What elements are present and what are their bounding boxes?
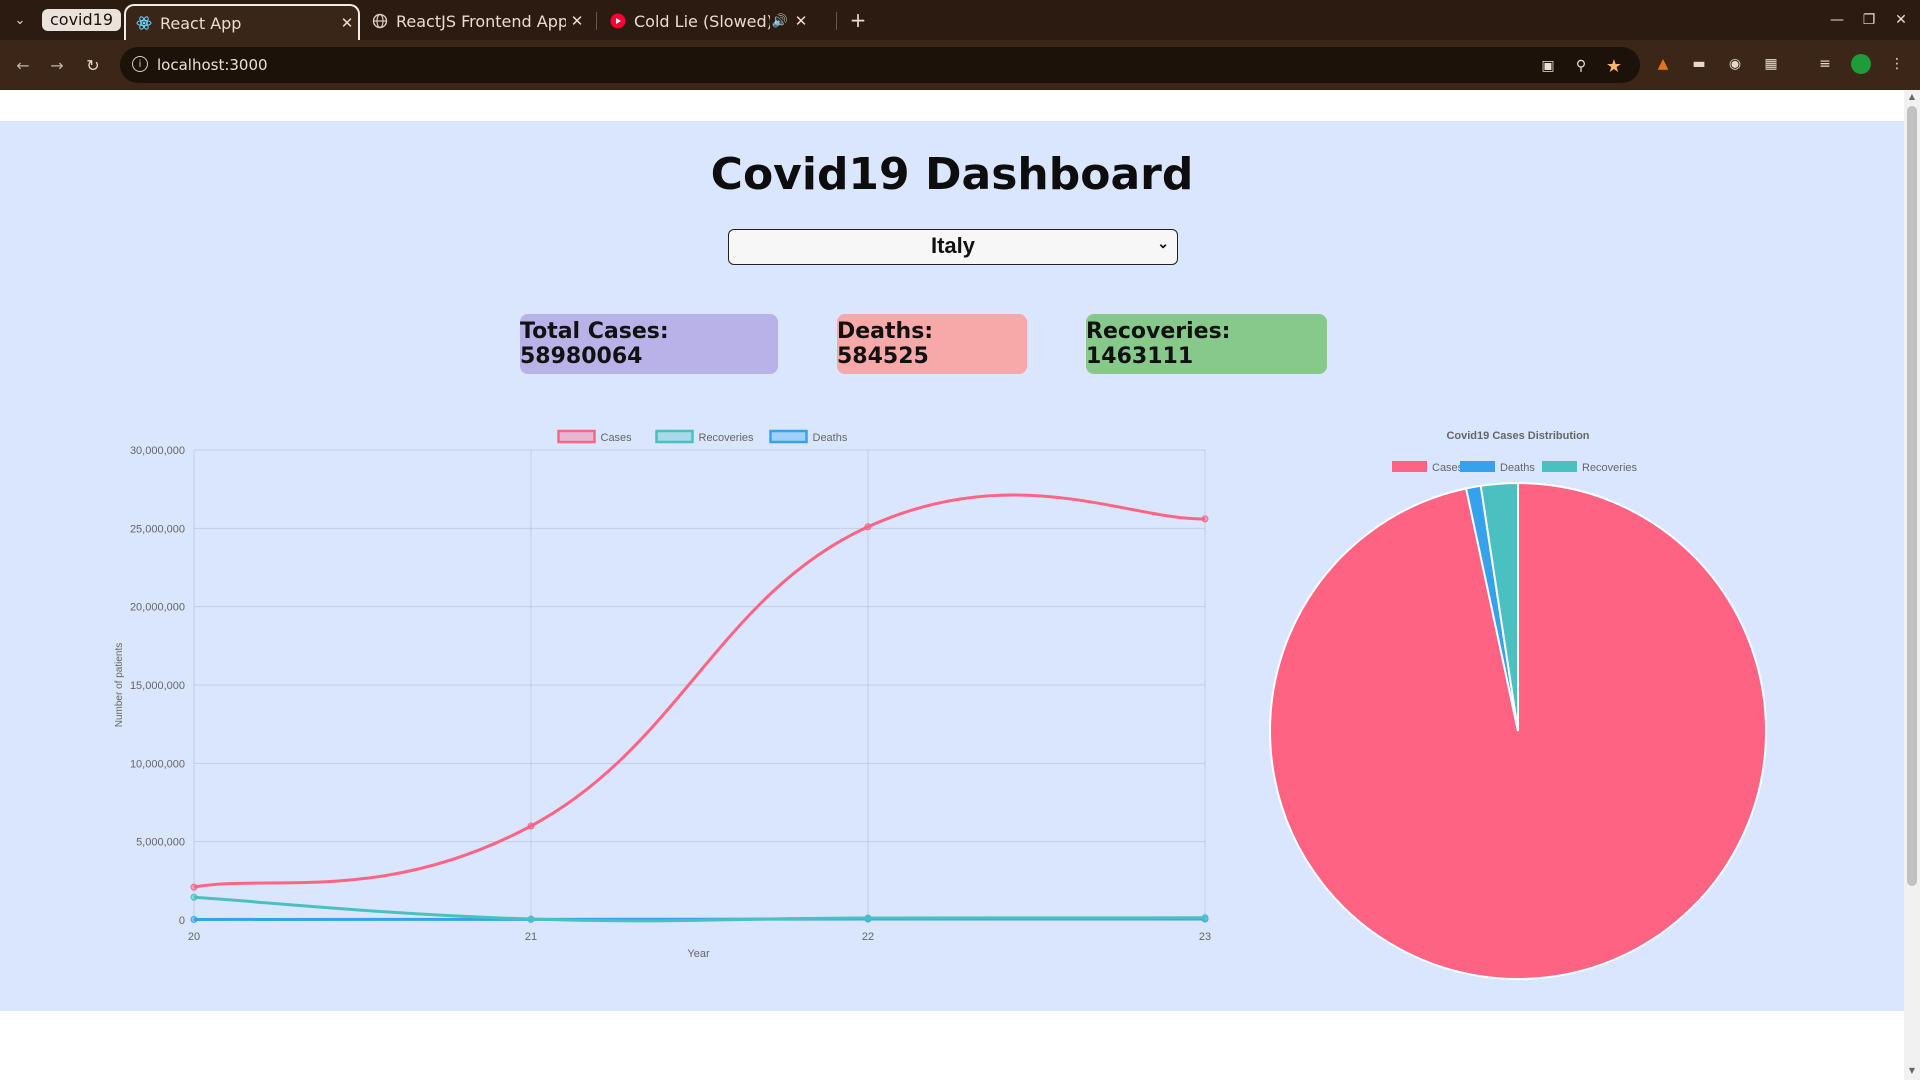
extensions-puzzle-icon[interactable]: ▦ [1760, 53, 1782, 75]
tab-group-chip[interactable]: covid19 [42, 9, 122, 31]
url-text[interactable]: localhost:3000 [157, 56, 268, 74]
pie-chart: Covid19 Cases Distribution Cases Deaths Rec… [1269, 430, 1767, 980]
legend-swatch [1392, 461, 1427, 472]
tab-title: Cold Lie (Slowed) - Y [634, 11, 770, 31]
tab-divider [596, 12, 597, 30]
tab-reactjs-frontend[interactable]: ReactJS Frontend App ✕ [362, 4, 588, 38]
legend-label: Cases [1432, 462, 1464, 474]
metamask-extension-icon[interactable]: ▲ [1652, 53, 1674, 75]
scroll-down-icon[interactable]: ▼ [1907, 1066, 1917, 1076]
close-window-icon[interactable]: ✕ [1888, 8, 1914, 32]
back-arrow-icon[interactable]: ← [10, 52, 36, 78]
reload-icon[interactable]: ↻ [80, 52, 106, 78]
restore-icon[interactable]: ❐ [1856, 8, 1882, 32]
browser-toolbar: ← → ↻ i localhost:3000 ▣ ⚲ ★ [0, 40, 1920, 90]
site-info-icon[interactable]: i [132, 56, 148, 72]
tab-divider [836, 12, 837, 30]
globe-icon [372, 13, 388, 29]
youtube-icon [610, 13, 626, 29]
install-app-icon[interactable]: ▣ [1538, 56, 1558, 76]
tab-search-chevron-icon[interactable]: ⌄ [8, 8, 32, 32]
tab-close-icon[interactable]: ✕ [566, 12, 588, 30]
media-queue-icon[interactable]: ≡ [1814, 53, 1836, 75]
page-top-margin [0, 90, 1904, 121]
tab-close-icon[interactable]: ✕ [790, 12, 812, 30]
legend-swatch [1542, 461, 1577, 472]
vertical-scrollbar[interactable]: ▲ ▼ [1904, 90, 1920, 1080]
legend-swatch [1460, 461, 1495, 472]
tab-title: ReactJS Frontend App [396, 11, 566, 31]
legend-label: Deaths [1500, 462, 1535, 474]
browser-tab-strip: ⌄ covid19 React App ✕ ReactJS Frontend A… [0, 0, 1920, 40]
tab-react-app[interactable]: React App ✕ [124, 4, 360, 40]
minimize-icon[interactable]: — [1824, 8, 1850, 32]
forward-arrow-icon[interactable]: → [44, 52, 70, 78]
tab-close-icon[interactable]: ✕ [336, 14, 358, 32]
profile-avatar[interactable] [1850, 53, 1872, 75]
bookmark-star-icon[interactable]: ★ [1604, 56, 1624, 77]
react-logo-icon [136, 15, 152, 31]
hat-extension-icon[interactable]: ▬ [1688, 53, 1710, 75]
tab-title: React App [160, 13, 242, 33]
camera-extension-icon[interactable]: ◉ [1724, 53, 1746, 75]
scrollbar-thumb[interactable] [1907, 106, 1917, 886]
address-bar[interactable]: i localhost:3000 ▣ ⚲ ★ [120, 47, 1640, 83]
zoom-icon[interactable]: ⚲ [1571, 56, 1591, 76]
new-tab-plus-icon[interactable]: + [844, 6, 872, 34]
legend-label: Recoveries [1582, 462, 1638, 474]
pie-title: Covid19 Cases Distribution [1446, 430, 1589, 442]
audio-playing-icon[interactable]: 🔊 [770, 14, 790, 29]
scroll-up-icon[interactable]: ▲ [1907, 92, 1917, 102]
browser-menu-icon[interactable]: ⋮ [1886, 53, 1908, 75]
tab-cold-lie[interactable]: Cold Lie (Slowed) - Y 🔊 ✕ [600, 4, 832, 38]
dashboard-page: Covid19 Dashboard Italy ⌄ Total Cases: 5… [0, 121, 1904, 1011]
